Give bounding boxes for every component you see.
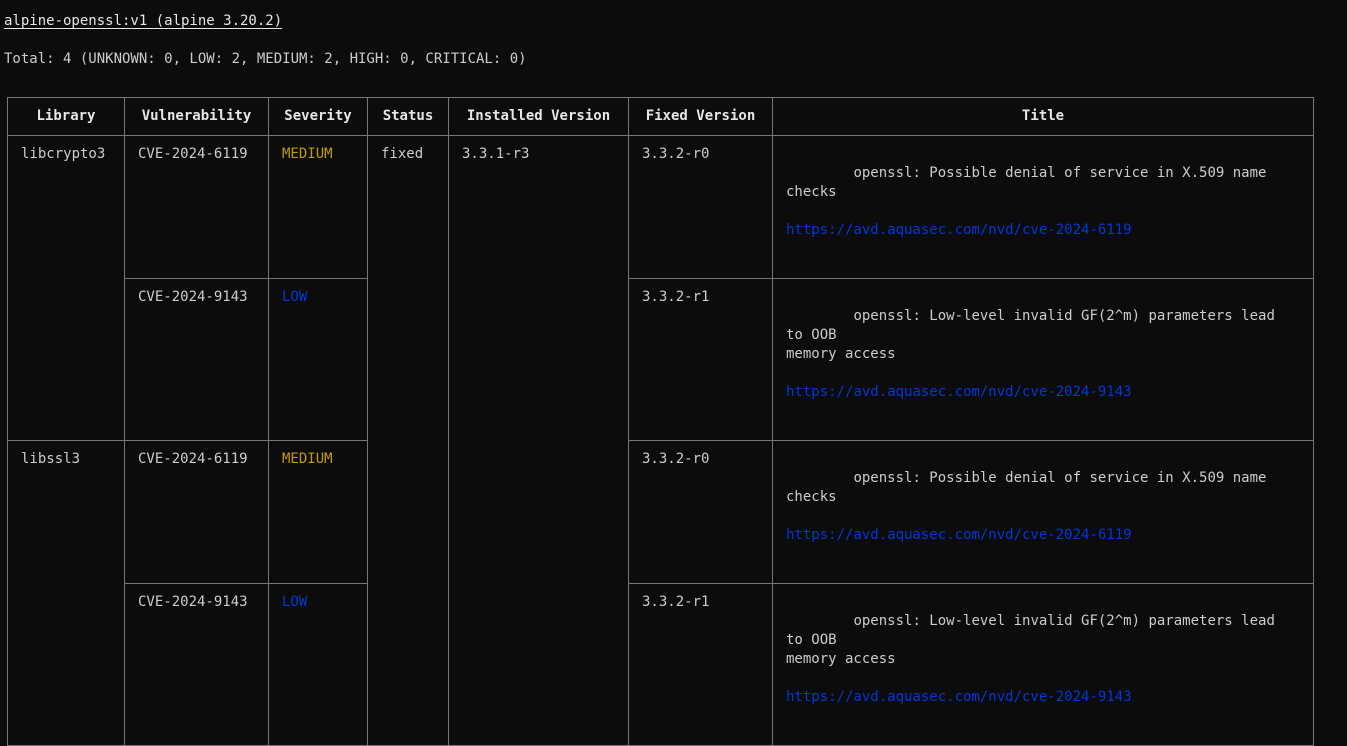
title-text: openssl: Possible denial of service in X… xyxy=(786,165,1275,200)
title-cell: openssl: Possible denial of service in X… xyxy=(772,135,1314,279)
advisory-link[interactable]: https://avd.aquasec.com/nvd/cve-2024-611… xyxy=(786,221,1300,240)
installed-version-cell: 3.3.1-r3 xyxy=(448,135,629,746)
severity-cell: LOW xyxy=(268,278,368,441)
title-text: openssl: Possible denial of service in X… xyxy=(786,470,1275,505)
table-row: libcrypto3 CVE-2024-6119 MEDIUM fixed 3.… xyxy=(7,135,1314,746)
column-header-vulnerability: Vulnerability xyxy=(124,97,269,136)
severity-cell: MEDIUM xyxy=(268,440,368,584)
fixed-version-cell: 3.3.2-r1 xyxy=(628,278,773,441)
advisory-link[interactable]: https://avd.aquasec.com/nvd/cve-2024-914… xyxy=(786,383,1300,402)
advisory-link[interactable]: https://avd.aquasec.com/nvd/cve-2024-914… xyxy=(786,688,1300,707)
vulnerability-total-summary: Total: 4 (UNKNOWN: 0, LOW: 2, MEDIUM: 2,… xyxy=(4,51,527,67)
table-row: CVE-2024-9143 LOW 3.3.2-r1 openssl: Low-… xyxy=(8,583,1314,746)
fixed-version-cell: 3.3.2-r0 xyxy=(628,135,773,279)
table-row: libssl3 CVE-2024-6119 MEDIUM 3.3.2-r0 op… xyxy=(7,440,1314,746)
fixed-version-cell: 3.3.2-r0 xyxy=(628,440,773,584)
vulnerability-id-cell: CVE-2024-6119 xyxy=(124,440,269,584)
severity-cell: MEDIUM xyxy=(268,135,368,279)
column-header-installed-version: Installed Version xyxy=(448,97,629,136)
column-header-severity: Severity xyxy=(268,97,368,136)
library-cell: libssl3 xyxy=(7,440,125,746)
vulnerability-id-cell: CVE-2024-9143 xyxy=(124,583,269,746)
advisory-link[interactable]: https://avd.aquasec.com/nvd/cve-2024-611… xyxy=(786,526,1300,545)
library-cell: libcrypto3 xyxy=(7,135,125,441)
table-row: CVE-2024-9143 LOW 3.3.2-r1 openssl: Low-… xyxy=(8,278,1314,441)
severity-cell: LOW xyxy=(268,583,368,746)
vulnerability-id-cell: CVE-2024-6119 xyxy=(124,135,269,279)
title-cell: openssl: Low-level invalid GF(2^m) param… xyxy=(772,278,1314,441)
vulnerability-id-cell: CVE-2024-9143 xyxy=(124,278,269,441)
scan-target-heading: alpine-openssl:v1 (alpine 3.20.2) xyxy=(4,13,283,29)
title-cell: openssl: Possible denial of service in X… xyxy=(772,440,1314,584)
status-cell: fixed xyxy=(367,135,449,746)
column-header-library: Library xyxy=(7,97,125,136)
column-header-fixed-version: Fixed Version xyxy=(628,97,773,136)
title-text: openssl: Low-level invalid GF(2^m) param… xyxy=(786,308,1275,362)
column-header-title: Title xyxy=(772,97,1314,136)
vulnerability-table: Library Vulnerability Severity Status In… xyxy=(7,97,1314,746)
fixed-version-cell: 3.3.2-r1 xyxy=(628,583,773,746)
title-text: openssl: Low-level invalid GF(2^m) param… xyxy=(786,613,1275,667)
table-header-row: Library Vulnerability Severity Status In… xyxy=(7,97,1314,136)
title-cell: openssl: Low-level invalid GF(2^m) param… xyxy=(772,583,1314,746)
column-header-status: Status xyxy=(367,97,449,136)
